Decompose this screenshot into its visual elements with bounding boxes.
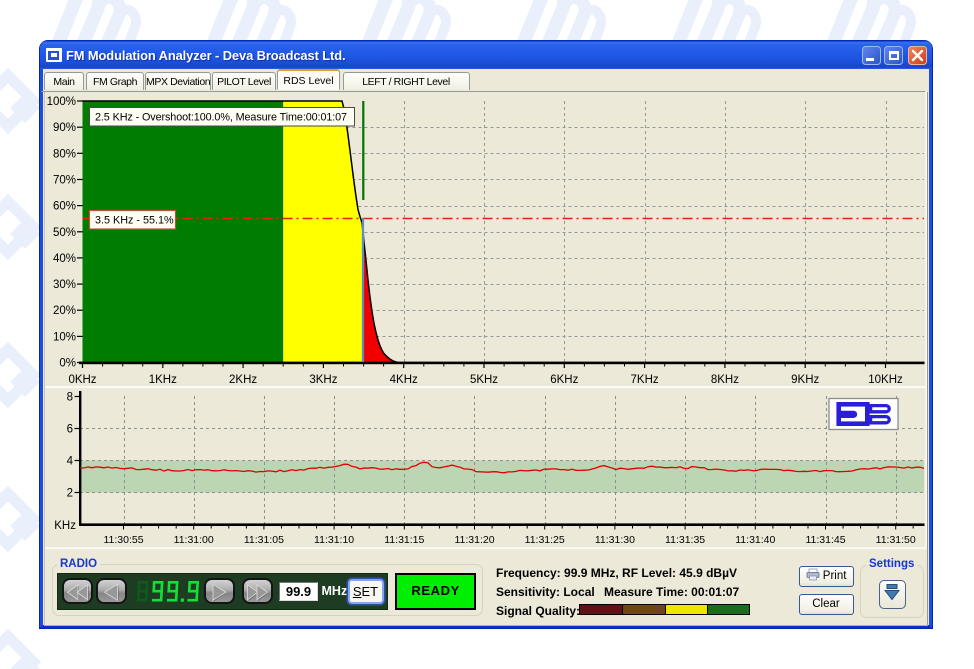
svg-text:100%: 100%: [47, 96, 76, 108]
svg-text:90%: 90%: [53, 122, 76, 134]
svg-text:10%: 10%: [53, 331, 76, 343]
svg-text:5KHz: 5KHz: [470, 374, 498, 386]
svg-text:6: 6: [67, 424, 73, 436]
svg-text:0%: 0%: [59, 358, 76, 370]
svg-text:11:31:25: 11:31:25: [525, 534, 565, 546]
svg-text:1KHz: 1KHz: [149, 374, 177, 386]
svg-text:KHz: KHz: [54, 520, 76, 532]
svg-text:2KHz: 2KHz: [229, 374, 257, 386]
svg-text:6KHz: 6KHz: [550, 374, 578, 386]
svg-text:8KHz: 8KHz: [711, 374, 739, 386]
svg-text:30%: 30%: [53, 279, 76, 291]
svg-text:3KHz: 3KHz: [309, 374, 337, 386]
svg-text:2: 2: [67, 488, 73, 500]
svg-text:50%: 50%: [53, 227, 76, 239]
svg-text:80%: 80%: [53, 148, 76, 160]
svg-text:4: 4: [67, 456, 74, 468]
svg-text:40%: 40%: [53, 253, 76, 265]
svg-text:11:31:30: 11:31:30: [595, 534, 635, 546]
svg-text:2.5 KHz - Overshoot:100.0%, Me: 2.5 KHz - Overshoot:100.0%, Measure Time…: [95, 112, 347, 124]
svg-text:11:31:05: 11:31:05: [244, 534, 284, 546]
svg-text:9KHz: 9KHz: [791, 374, 819, 386]
svg-text:60%: 60%: [53, 201, 76, 213]
svg-text:20%: 20%: [53, 305, 76, 317]
svg-text:4KHz: 4KHz: [390, 374, 418, 386]
svg-text:11:31:20: 11:31:20: [454, 534, 494, 546]
svg-text:7KHz: 7KHz: [631, 374, 659, 386]
svg-text:11:31:40: 11:31:40: [735, 534, 775, 546]
svg-text:10KHz: 10KHz: [868, 374, 903, 386]
svg-text:11:31:50: 11:31:50: [876, 534, 916, 546]
svg-text:70%: 70%: [53, 175, 76, 187]
svg-text:11:31:00: 11:31:00: [174, 534, 214, 546]
svg-text:0KHz: 0KHz: [68, 374, 96, 386]
svg-text:11:31:35: 11:31:35: [665, 534, 705, 546]
svg-text:3.5 KHz - 55.1%: 3.5 KHz - 55.1%: [95, 215, 174, 227]
svg-text:8: 8: [67, 392, 73, 404]
svg-text:11:31:45: 11:31:45: [805, 534, 845, 546]
svg-text:11:31:15: 11:31:15: [384, 534, 424, 546]
svg-text:11:31:10: 11:31:10: [314, 534, 354, 546]
svg-text:11:30:55: 11:30:55: [103, 534, 143, 546]
